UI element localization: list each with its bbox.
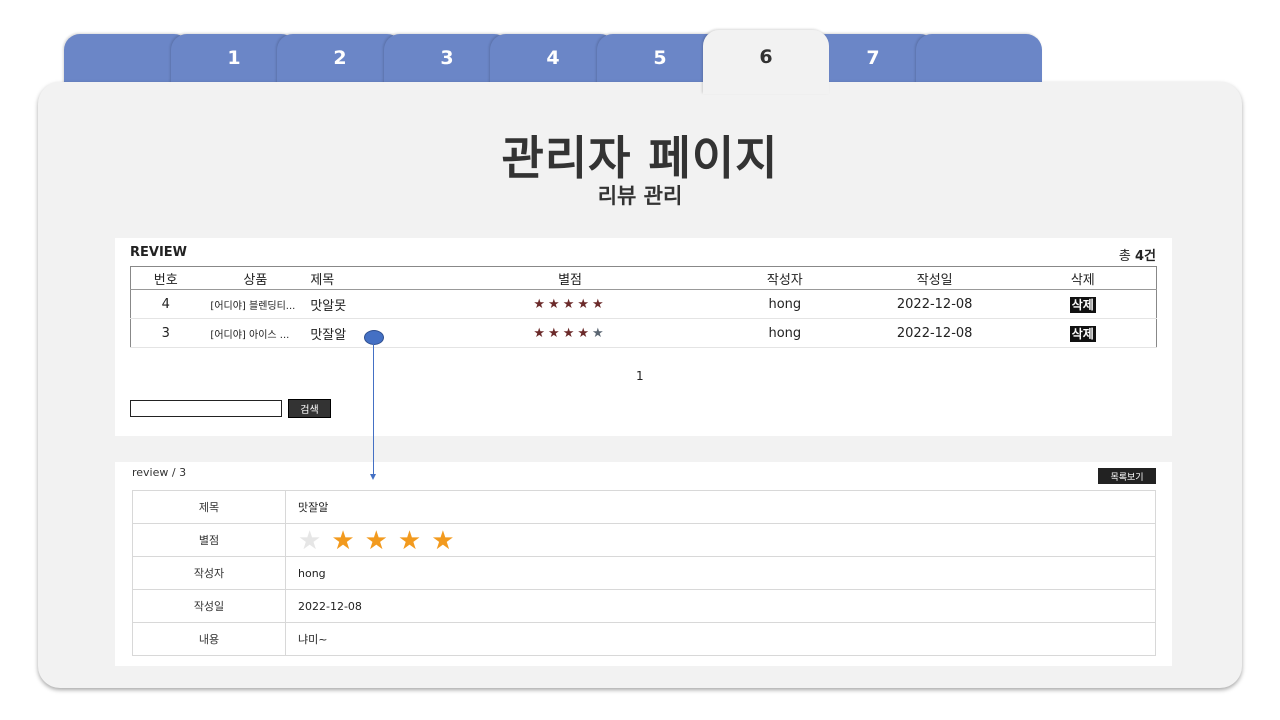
detail-label: 내용 xyxy=(132,622,286,656)
star-rating-icons: ★★★★★ xyxy=(533,296,607,312)
table-row[interactable]: 3 [어디야] 아이스 ... 맛잘알 ★★★★★ hong 2022-12-0… xyxy=(130,318,1157,348)
detail-value-rating: ★★★★★ xyxy=(285,523,1156,557)
search-button[interactable]: 검색 xyxy=(288,399,331,418)
page-title: 관리자 페이지 xyxy=(501,131,779,185)
cell-product[interactable]: [어디야] 아이스 ... xyxy=(200,318,311,348)
detail-row-content: 내용 냐미~ xyxy=(132,622,1156,656)
review-table: 번호 상품 제목 별점 작성자 작성일 삭제 4 [어디야] 블렌딩티... 맛… xyxy=(130,266,1157,348)
cell-no: 3 xyxy=(130,318,201,348)
cell-date: 2022-12-08 xyxy=(859,289,1010,319)
cell-rating: ★★★★★ xyxy=(430,289,710,319)
table-row[interactable]: 4 [어디야] 블렌딩티... 맛알못 ★★★★★ hong 2022-12-0… xyxy=(130,289,1157,319)
cell-product[interactable]: [어디야] 블렌딩티... xyxy=(200,289,311,319)
cell-date: 2022-12-08 xyxy=(859,318,1010,348)
col-header-no: 번호 xyxy=(130,266,201,290)
star-rating-icons: ★★★★★ xyxy=(533,325,607,341)
back-to-list-button[interactable]: 목록보기 xyxy=(1098,468,1156,484)
cell-title[interactable]: 맛알못 xyxy=(310,289,431,319)
pagination-page[interactable]: 1 xyxy=(636,369,644,383)
annotation-connector-line xyxy=(373,344,374,474)
col-header-title: 제목 xyxy=(310,266,431,290)
detail-label: 작성일 xyxy=(132,589,286,623)
detail-row-rating: 별점 ★★★★★ xyxy=(132,523,1156,557)
tab-6-active[interactable]: 6 xyxy=(703,30,829,94)
col-header-rating: 별점 xyxy=(430,266,710,290)
cell-no: 4 xyxy=(130,289,201,319)
detail-label: 제목 xyxy=(132,490,286,524)
detail-value-title: 맛잘알 xyxy=(285,490,1156,524)
detail-value-date: 2022-12-08 xyxy=(285,589,1156,623)
detail-value-author: hong xyxy=(285,556,1156,590)
col-header-delete: 삭제 xyxy=(1009,266,1157,290)
tab-strip: 1 2 3 4 5 7 xyxy=(0,0,1280,94)
annotation-arrow-icon xyxy=(370,474,376,480)
cell-rating: ★★★★★ xyxy=(430,318,710,348)
total-count: 총 4건 xyxy=(1096,245,1156,264)
breadcrumb: review / 3 xyxy=(132,466,187,479)
total-count-value: 4건 xyxy=(1134,249,1156,264)
review-section-label: REVIEW xyxy=(130,245,188,260)
delete-button[interactable]: 삭제 xyxy=(1069,296,1096,313)
page-subtitle: 리뷰 관리 xyxy=(597,184,683,208)
table-header-row: 번호 상품 제목 별점 작성자 작성일 삭제 xyxy=(130,266,1157,290)
detail-label: 작성자 xyxy=(132,556,286,590)
star-rating-large-icons: ★★★★★ xyxy=(298,526,465,556)
delete-button[interactable]: 삭제 xyxy=(1069,325,1096,342)
detail-row-title: 제목 맛잘알 xyxy=(132,490,1156,524)
search-input[interactable] xyxy=(130,400,282,417)
col-header-date: 작성일 xyxy=(859,266,1010,290)
detail-value-content: 냐미~ xyxy=(285,622,1156,656)
detail-row-author: 작성자 hong xyxy=(132,556,1156,590)
cell-author: hong xyxy=(709,318,860,348)
detail-row-date: 작성일 2022-12-08 xyxy=(132,589,1156,623)
detail-label: 별점 xyxy=(132,523,286,557)
total-prefix: 총 xyxy=(1118,249,1135,264)
review-detail-table: 제목 맛잘알 별점 ★★★★★ 작성자 hong 작성일 2022-12-08 … xyxy=(132,490,1156,656)
cell-delete: 삭제 xyxy=(1009,289,1157,319)
cell-author: hong xyxy=(709,289,860,319)
col-header-author: 작성자 xyxy=(709,266,860,290)
annotation-dot-icon xyxy=(364,330,384,345)
col-header-product: 상품 xyxy=(200,266,311,290)
cell-delete: 삭제 xyxy=(1009,318,1157,348)
